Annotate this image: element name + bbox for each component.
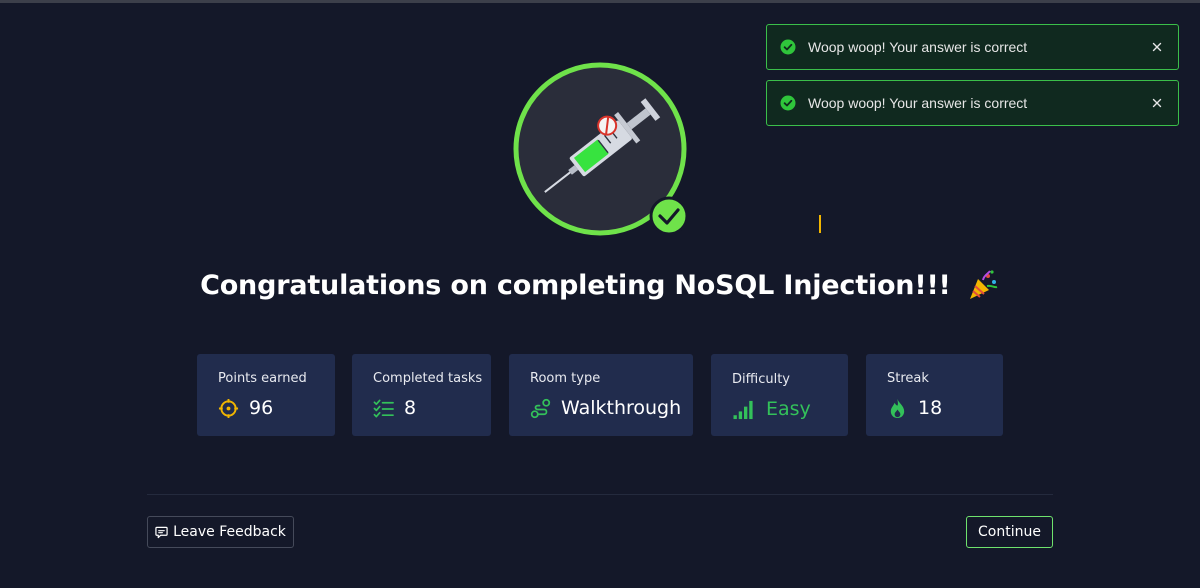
page-title: Congratulations on completing NoSQL Inje… [0,268,1200,302]
success-toast: Woop woop! Your answer is correct [766,80,1179,126]
comment-icon [155,526,168,538]
continue-label: Continue [978,524,1041,540]
check-circle-icon [780,95,796,111]
stat-label: Streak [887,371,929,386]
stat-label: Difficulty [732,372,790,387]
room-badge [512,61,689,237]
close-icon[interactable] [1142,88,1172,118]
stat-room-type: Room type Walkthrough [509,354,693,436]
stat-points-earned: Points earned 96 [197,354,335,436]
check-circle-icon [780,39,796,55]
stat-label: Room type [530,371,601,386]
stat-streak: Streak 18 [866,354,1003,436]
stat-value: 18 [918,397,943,419]
toast-message: Woop woop! Your answer is correct [808,39,1028,55]
text-cursor [819,215,821,233]
route-icon [530,398,551,418]
stat-value: Walkthrough [561,397,682,419]
stat-value: Easy [766,398,811,420]
close-icon[interactable] [1142,32,1172,62]
party-popper-icon [969,270,998,299]
stat-completed-tasks: Completed tasks 8 [352,354,491,436]
success-toast: Woop woop! Your answer is correct [766,24,1179,70]
stat-difficulty: Difficulty Easy [711,354,848,436]
footer-divider [147,494,1053,495]
target-icon [218,398,239,418]
continue-button[interactable]: Continue [966,516,1053,548]
browser-top-strip [0,0,1200,3]
leave-feedback-button[interactable]: Leave Feedback [147,516,294,548]
leave-feedback-label: Leave Feedback [173,524,286,540]
stat-value: 96 [249,397,274,419]
toast-message: Woop woop! Your answer is correct [808,95,1028,111]
stat-label: Points earned [218,371,307,386]
checkmark-icon [649,196,689,236]
completion-heading: Congratulations on completing NoSQL Inje… [200,269,951,301]
stat-label: Completed tasks [373,371,483,386]
checklist-icon [373,399,394,417]
stat-value: 8 [404,397,417,419]
signal-bars-icon [733,400,753,419]
flame-icon [890,398,905,418]
